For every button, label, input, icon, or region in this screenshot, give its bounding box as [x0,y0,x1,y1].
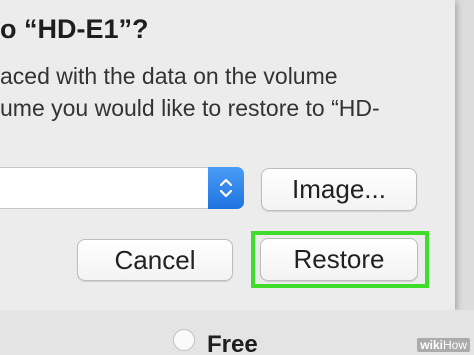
image-button[interactable]: Image... [261,168,417,211]
dialog-title: o “HD-E1”? [0,14,149,44]
dialog-description-line-2: ume you would like to restore to “HD- [0,95,380,121]
restore-dialog: o “HD-E1”? aced with the data on the vol… [0,0,455,310]
up-down-chevron-icon[interactable] [208,167,244,209]
watermark-how: How [442,338,467,352]
free-label: Free [207,331,258,355]
source-volume-select[interactable] [0,167,244,209]
restore-button[interactable]: Restore [260,238,418,281]
watermark-wiki: wiki [420,338,443,352]
free-radio-button[interactable] [173,329,195,351]
cancel-button[interactable]: Cancel [77,239,233,281]
wikihow-watermark: wikiHow [417,338,470,352]
screen: o “HD-E1”? aced with the data on the vol… [0,0,474,355]
dialog-description-line-1: aced with the data on the volume [0,63,338,89]
background-window [455,0,474,310]
